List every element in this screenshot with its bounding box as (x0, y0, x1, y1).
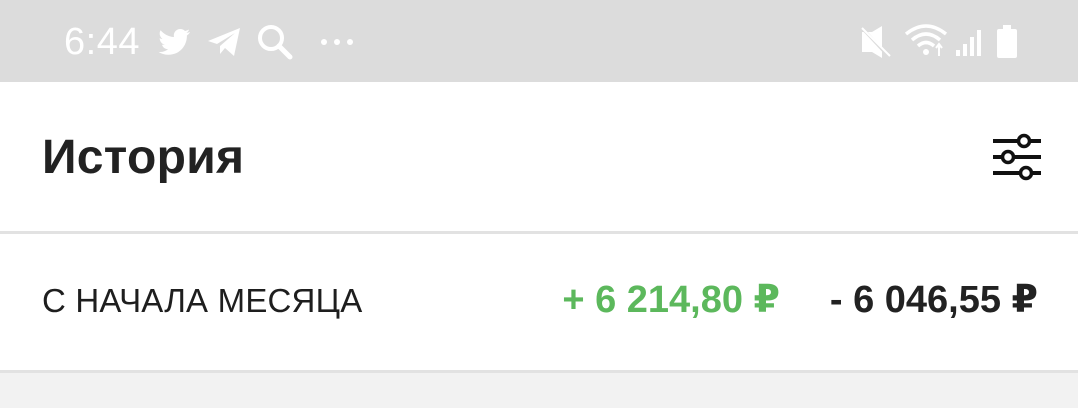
signal-icon (952, 22, 986, 62)
more-dots-icon (318, 22, 358, 62)
expense-total: - 6 046,55 ₽ (829, 279, 1038, 321)
filter-button[interactable] (990, 130, 1044, 184)
telegram-icon (205, 22, 243, 62)
search-icon (256, 22, 294, 62)
battery-icon (994, 22, 1020, 62)
status-bar: 6:44 (0, 0, 1078, 82)
app-header: История (0, 82, 1078, 234)
status-time: 6:44 (64, 21, 140, 63)
period-label: С НАЧАЛА МЕСЯЦА (42, 282, 363, 319)
vibrate-icon (858, 22, 894, 62)
page-title: История (42, 131, 245, 184)
month-summary-row[interactable]: С НАЧАЛА МЕСЯЦА + 6 214,80 ₽ - 6 046,55 … (0, 234, 1078, 373)
wifi-icon (904, 22, 948, 62)
income-total: + 6 214,80 ₽ (562, 279, 780, 321)
filter-sliders-icon (993, 133, 1041, 181)
twitter-icon (156, 22, 192, 62)
